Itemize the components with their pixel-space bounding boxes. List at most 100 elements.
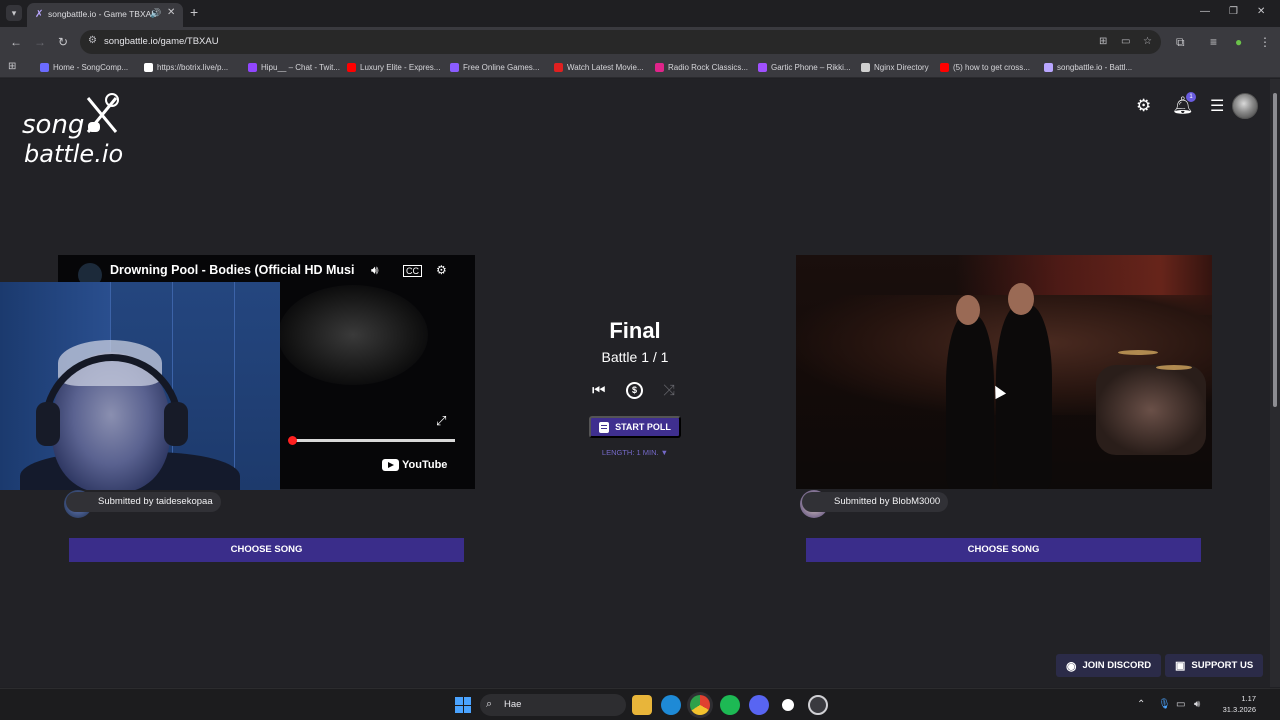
browser-tab-active[interactable]: ✗ songbattle.io - Game TBXAU 🔊 ✕ — [27, 3, 183, 27]
bookmark-item[interactable]: Home - SongComp... — [40, 61, 128, 74]
taskbar-search-text[interactable]: Hae — [504, 699, 521, 710]
app-recording-icon[interactable] — [808, 695, 828, 715]
start-poll-button[interactable]: START POLL — [589, 416, 681, 438]
bookmark-item[interactable]: (5) how to get cross... — [940, 61, 1030, 74]
forward-icon[interactable]: → — [34, 35, 46, 49]
settings-gear-icon[interactable]: ⚙ — [1136, 96, 1151, 116]
url-text[interactable]: songbattle.io/game/TBXAU — [104, 36, 219, 47]
translate-icon[interactable]: ⊞ — [1099, 36, 1107, 47]
bookmark-item[interactable]: Gartic Phone – Rikki... — [758, 61, 851, 74]
url-field[interactable]: ⚙ songbattle.io/game/TBXAU ⊞ ▭ ☆ — [80, 30, 1161, 54]
headset-earcup — [36, 402, 60, 446]
songbattle-logo[interactable]: song battle.io — [20, 90, 140, 170]
cast-icon[interactable]: ▭ — [1121, 36, 1130, 47]
window-close-icon[interactable]: ✕ — [1257, 6, 1265, 17]
submitter-text-right: Submitted by BlobM3000 — [834, 496, 941, 507]
network-icon[interactable]: ▭ — [1176, 699, 1185, 710]
new-tab-icon[interactable]: + — [190, 4, 198, 20]
media-control-icon[interactable]: ≡ — [1210, 35, 1217, 49]
previous-battle-icon[interactable]: ⏮ — [592, 382, 606, 399]
hamburger-menu-icon[interactable]: ☰ — [1210, 96, 1224, 116]
round-title: Final — [609, 318, 661, 343]
windows-taskbar: ⌕ Hae ⌃ 🎙︎ ▭ 🔊︎ 1.17 31.3.2026 — [0, 688, 1280, 720]
windows-start-icon[interactable] — [455, 697, 471, 713]
back-icon[interactable]: ← — [10, 35, 22, 49]
volume-icon[interactable]: 🔊︎ — [371, 263, 379, 278]
bookmark-item[interactable]: Watch Latest Movie... — [554, 61, 644, 74]
support-us-label: SUPPORT US — [1191, 660, 1254, 671]
video-title[interactable]: Drowning Pool - Bodies (Official HD Musi — [110, 263, 354, 277]
submitter-text-left: Submitted by taidesekopaa — [98, 496, 213, 507]
bookmark-favicon-icon — [1044, 63, 1053, 72]
bookmark-favicon-icon — [758, 63, 767, 72]
scrollbar-thumb[interactable] — [1273, 93, 1277, 407]
bookmark-item[interactable]: Nginx Directory — [861, 61, 929, 74]
browser-menu-icon[interactable]: ⋮ — [1259, 35, 1271, 49]
video-frame — [278, 285, 428, 385]
bookmark-label: Radio Rock Classics... — [668, 63, 749, 72]
fullscreen-expand-icon[interactable]: ⤢ — [436, 413, 446, 429]
apps-grid-icon[interactable]: ⊞ — [8, 61, 16, 72]
tab-search-button[interactable]: ▾ — [6, 5, 22, 21]
page-scrollbar[interactable] — [1270, 79, 1280, 687]
spotify-icon[interactable] — [720, 695, 740, 715]
logo-text-song: song — [22, 110, 85, 140]
poll-length-dropdown[interactable]: LENGTH: 1 MIN. ▼ — [580, 448, 690, 457]
taskbar-search[interactable]: ⌕ Hae — [480, 694, 626, 716]
video-settings-icon[interactable]: ⚙ — [436, 263, 447, 277]
bookmark-label: Home - SongComp... — [53, 63, 129, 72]
user-avatar[interactable] — [1232, 93, 1258, 119]
right-video-player[interactable] — [796, 255, 1212, 489]
bookmark-item[interactable]: Hipu__ – Chat - Twit... — [248, 61, 340, 74]
video-scrubber-knob[interactable] — [288, 436, 297, 445]
minimize-icon[interactable]: — — [1200, 6, 1210, 17]
video-performer-head — [1008, 283, 1034, 315]
battle-counter: Battle 1 / 1 — [601, 349, 669, 365]
bookmark-item[interactable]: Free Online Games... — [450, 61, 539, 74]
captions-icon[interactable]: CC — [403, 265, 422, 277]
microphone-icon[interactable]: 🎙︎ — [1158, 699, 1171, 710]
obs-icon[interactable] — [778, 695, 798, 715]
start-poll-label: START POLL — [615, 422, 671, 432]
video-performer-head — [956, 295, 980, 325]
bookmark-star-icon[interactable]: ☆ — [1143, 36, 1152, 47]
choose-song-right-button[interactable]: CHOOSE SONG — [806, 538, 1201, 562]
bookmark-item[interactable]: Luxury Elite - Expres... — [347, 61, 440, 74]
choose-song-left-button[interactable]: CHOOSE SONG — [69, 538, 464, 562]
support-us-button[interactable]: ▣ SUPPORT US — [1165, 654, 1264, 677]
file-explorer-icon[interactable] — [632, 695, 652, 715]
webcam-background — [234, 282, 280, 490]
chrome-icon[interactable] — [690, 695, 710, 715]
tray-overflow-icon[interactable]: ⌃ — [1137, 699, 1145, 710]
site-info-icon[interactable]: ⚙ — [88, 35, 97, 46]
taskbar-clock[interactable]: 1.17 31.3.2026 — [1212, 693, 1256, 715]
edge-icon[interactable] — [661, 695, 681, 715]
join-discord-label: JOIN DISCORD — [1082, 660, 1152, 671]
bookmark-item[interactable]: https://botrix.live/p... — [144, 61, 228, 74]
tab-audio-icon[interactable]: 🔊 — [150, 8, 161, 19]
tab-close-icon[interactable]: ✕ — [167, 7, 175, 18]
discord-app-icon[interactable] — [749, 695, 769, 715]
search-icon: ⌕ — [486, 698, 493, 710]
shuffle-icon[interactable]: ⤨ — [663, 382, 675, 399]
bookmark-label: https://botrix.live/p... — [157, 63, 229, 72]
address-bar-row: ← → ↻ ⚙ songbattle.io/game/TBXAU ⊞ ▭ ☆ ⧉… — [0, 27, 1280, 57]
restore-icon[interactable]: ❐ — [1229, 6, 1238, 17]
bookmark-item[interactable]: Radio Rock Classics... — [655, 61, 748, 74]
extensions-icon[interactable]: ⧉ — [1176, 35, 1185, 50]
profile-icon[interactable]: ● — [1235, 35, 1242, 49]
reload-icon[interactable]: ↻ — [58, 35, 68, 49]
bookmark-favicon-icon — [347, 63, 356, 72]
join-discord-button[interactable]: ◉ JOIN DISCORD — [1056, 654, 1162, 677]
bookmark-favicon-icon — [655, 63, 664, 72]
guitar-microphone-logo-icon — [86, 93, 119, 133]
speaker-icon[interactable]: 🔊︎ — [1194, 699, 1200, 710]
bookmark-favicon-icon — [40, 63, 49, 72]
webcam-overlay — [0, 282, 280, 490]
bookmark-item[interactable]: songbattle.io - Battl... — [1044, 61, 1132, 74]
youtube-logo[interactable]: YouTube — [382, 459, 447, 471]
video-progress-bar[interactable] — [288, 436, 455, 445]
coin-bet-icon[interactable]: $ — [626, 382, 643, 399]
bookmark-label: songbattle.io - Battl... — [1057, 63, 1133, 72]
video-cymbal — [1156, 365, 1192, 370]
